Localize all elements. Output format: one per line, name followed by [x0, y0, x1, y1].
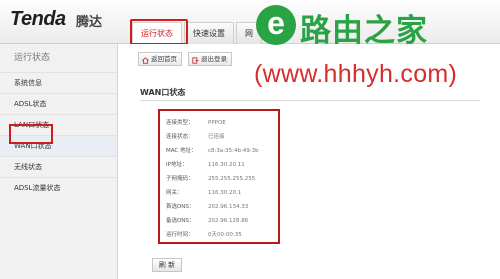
row-value: 116.30.20.11 — [208, 162, 245, 168]
row-value: 0天00:00:35 — [208, 232, 242, 238]
row-label: 网关： — [166, 190, 183, 196]
tenda-logo: Tenda — [10, 8, 66, 30]
home-icon — [142, 56, 149, 64]
watermark-logo-letter: e — [267, 5, 285, 41]
watermark-url: (www.hhhyh.com) — [254, 60, 458, 88]
logout-button[interactable]: 退出登录 — [188, 52, 232, 66]
row-label: MAC 地址： — [166, 148, 197, 154]
row-label: 连接状态： — [166, 134, 194, 140]
tab-quick-setup[interactable]: 快速设置 — [184, 22, 234, 44]
row-label: IP地址： — [166, 162, 188, 168]
row-value: 已连接 — [208, 134, 225, 140]
sidebar: 运行状态 系统信息 ADSL状态 LAN口状态 WAN口状态 无线状态 ADSL… — [0, 44, 118, 279]
row-value: PPPOE — [208, 120, 226, 126]
refresh-button[interactable]: 刷 新 — [152, 258, 182, 272]
sidebar-item-adsl-status[interactable]: ADSL状态 — [0, 93, 117, 114]
row-value: 255.255.255.255 — [208, 176, 256, 182]
logout-button-label: 退出登录 — [201, 54, 227, 63]
sidebar-item-system-info[interactable]: 系统信息 — [0, 72, 117, 93]
row-label: 备选DNS： — [166, 218, 195, 224]
section-divider — [140, 100, 480, 101]
sidebar-title: 运行状态 — [14, 53, 51, 63]
row-label: 首选DNS： — [166, 204, 195, 210]
section-title: WAN口状态 — [140, 88, 186, 97]
row-value: 202.96.134.33 — [208, 204, 249, 210]
tab-highlight-box — [130, 19, 188, 45]
logout-icon — [192, 56, 199, 64]
watermark-site-name: 路由之家 — [300, 13, 428, 49]
home-button-label: 返回首页 — [151, 54, 177, 63]
row-value: c8:3a:35:4b:49:3b — [208, 148, 259, 154]
sidebar-highlight-box — [9, 124, 53, 144]
row-label: 连接类型： — [166, 120, 194, 126]
toolbar: 返回首页 退出登录 — [138, 52, 232, 66]
row-value: 202.96.128.86 — [208, 218, 249, 224]
sidebar-item-wireless-status[interactable]: 无线状态 — [0, 156, 117, 177]
wan-status-box: 连接类型： PPPOE 连接状态： 已连接 MAC 地址： c8:3a:35:4… — [158, 109, 280, 244]
row-value: 116.30.20.1 — [208, 190, 242, 196]
home-button[interactable]: 返回首页 — [138, 52, 182, 66]
brand-chinese-name: 腾达 — [76, 15, 103, 30]
row-label: 运行时间： — [166, 232, 194, 238]
row-label: 子网掩码： — [166, 176, 194, 182]
sidebar-item-adsl-traffic[interactable]: ADSL流量状态 — [0, 177, 117, 198]
